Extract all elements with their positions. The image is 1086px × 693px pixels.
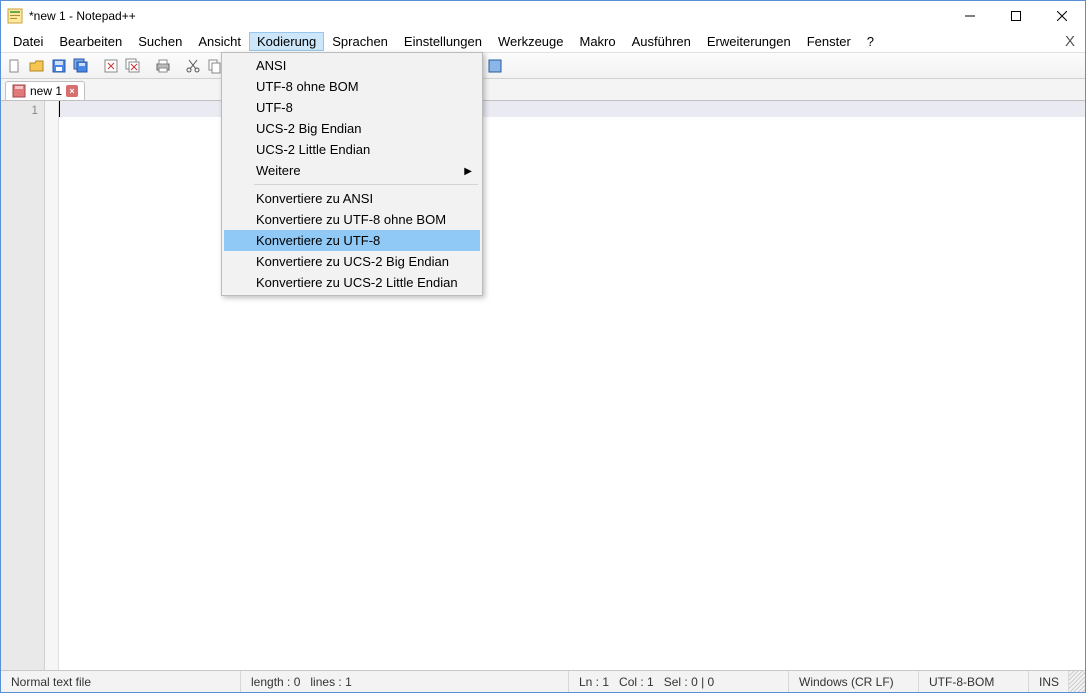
close-file-icon[interactable] bbox=[101, 56, 121, 76]
menubar: DateiBearbeitenSuchenAnsichtKodierungSpr… bbox=[1, 31, 1085, 53]
menu-item[interactable]: UTF-8 bbox=[224, 97, 480, 118]
current-line-highlight bbox=[59, 101, 1085, 117]
minimize-button[interactable] bbox=[947, 1, 993, 31]
new-file-icon[interactable] bbox=[5, 56, 25, 76]
save-icon[interactable] bbox=[49, 56, 69, 76]
statusbar: Normal text file length : 0 lines : 1 Ln… bbox=[1, 670, 1085, 692]
maximize-button[interactable] bbox=[993, 1, 1039, 31]
status-position: Ln : 1 Col : 1 Sel : 0 | 0 bbox=[569, 671, 789, 692]
menu-ansicht[interactable]: Ansicht bbox=[190, 32, 249, 51]
caret bbox=[59, 101, 60, 117]
status-encoding: UTF-8-BOM bbox=[919, 671, 1029, 692]
tab-label: new 1 bbox=[30, 84, 62, 98]
tab-close-icon[interactable]: × bbox=[66, 85, 78, 97]
text-area[interactable] bbox=[59, 101, 1085, 670]
menu-item[interactable]: Konvertiere zu UCS-2 Big Endian bbox=[224, 251, 480, 272]
app-icon bbox=[7, 8, 23, 24]
menu-ausführen[interactable]: Ausführen bbox=[624, 32, 699, 51]
line-number: 1 bbox=[1, 103, 38, 119]
toolbar: ¶ bbox=[1, 53, 1085, 79]
encoding-dropdown: ANSIUTF-8 ohne BOMUTF-8UCS-2 Big EndianU… bbox=[221, 52, 483, 296]
status-length-lines: length : 0 lines : 1 bbox=[241, 671, 569, 692]
menu-erweiterungen[interactable]: Erweiterungen bbox=[699, 32, 799, 51]
menu-fenster[interactable]: Fenster bbox=[799, 32, 859, 51]
menu-item[interactable]: ANSI bbox=[224, 55, 480, 76]
menu-item[interactable]: Weitere▶ bbox=[224, 160, 480, 181]
unsaved-doc-icon bbox=[12, 84, 26, 98]
close-button[interactable] bbox=[1039, 1, 1085, 31]
menu-bearbeiten[interactable]: Bearbeiten bbox=[51, 32, 130, 51]
print-icon[interactable] bbox=[153, 56, 173, 76]
mdi-close-icon[interactable]: X bbox=[1059, 33, 1081, 50]
status-filetype: Normal text file bbox=[1, 671, 241, 692]
fold-bar bbox=[45, 101, 59, 670]
menu-werkzeuge[interactable]: Werkzeuge bbox=[490, 32, 572, 51]
menu-makro[interactable]: Makro bbox=[572, 32, 624, 51]
menu-item[interactable]: Konvertiere zu UTF-8 ohne BOM bbox=[224, 209, 480, 230]
window-title: *new 1 - Notepad++ bbox=[29, 9, 947, 23]
menu-item[interactable]: Konvertiere zu UTF-8 bbox=[224, 230, 480, 251]
menu-separator bbox=[254, 184, 478, 185]
titlebar: *new 1 - Notepad++ bbox=[1, 1, 1085, 31]
editor: 1 bbox=[1, 101, 1085, 670]
resize-grip[interactable] bbox=[1069, 671, 1085, 692]
menu-item[interactable]: UCS-2 Big Endian bbox=[224, 118, 480, 139]
status-mode: INS bbox=[1029, 671, 1069, 692]
gutter: 1 bbox=[1, 101, 45, 670]
menu-item[interactable]: UCS-2 Little Endian bbox=[224, 139, 480, 160]
tab-strip: new 1 × bbox=[1, 79, 1085, 101]
document-tab[interactable]: new 1 × bbox=[5, 81, 85, 100]
menu-item[interactable]: Konvertiere zu ANSI bbox=[224, 188, 480, 209]
menu-suchen[interactable]: Suchen bbox=[130, 32, 190, 51]
menu-einstellungen[interactable]: Einstellungen bbox=[396, 32, 490, 51]
status-eol: Windows (CR LF) bbox=[789, 671, 919, 692]
submenu-chevron-icon: ▶ bbox=[464, 166, 472, 177]
open-file-icon[interactable] bbox=[27, 56, 47, 76]
menu-sprachen[interactable]: Sprachen bbox=[324, 32, 396, 51]
save-all-icon[interactable] bbox=[71, 56, 91, 76]
menu-kodierung[interactable]: Kodierung bbox=[249, 32, 324, 51]
menu-item[interactable]: Konvertiere zu UCS-2 Little Endian bbox=[224, 272, 480, 293]
menu-item[interactable]: UTF-8 ohne BOM bbox=[224, 76, 480, 97]
save-macro-icon[interactable] bbox=[485, 56, 505, 76]
menu-?[interactable]: ? bbox=[859, 32, 882, 51]
close-all-icon[interactable] bbox=[123, 56, 143, 76]
menu-datei[interactable]: Datei bbox=[5, 32, 51, 51]
cut-icon[interactable] bbox=[183, 56, 203, 76]
